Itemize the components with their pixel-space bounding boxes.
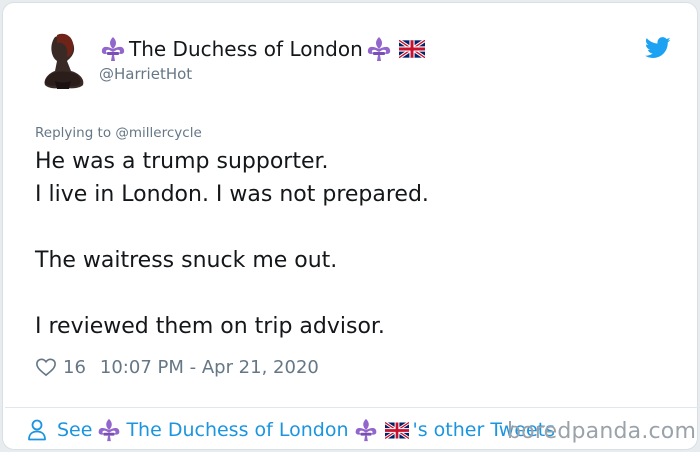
see-other-tweets-link[interactable]: See The Duchess of London 's other Tweet… bbox=[27, 415, 555, 445]
tweet-line: I reviewed them on trip advisor. bbox=[35, 314, 385, 339]
uk-flag-icon bbox=[398, 40, 425, 58]
see-label[interactable]: See bbox=[57, 419, 92, 441]
tweet-text: He was a trump supporter. I live in Lond… bbox=[35, 145, 675, 343]
tweet-line bbox=[35, 211, 675, 244]
author-name-row[interactable]: The Duchess of London bbox=[99, 35, 425, 63]
avatar[interactable] bbox=[33, 31, 89, 91]
reply-mention-link[interactable]: @millercycle bbox=[115, 125, 201, 141]
author-handle[interactable]: @HarrietHot bbox=[99, 65, 192, 83]
tweet-card: The Duchess of London @HarrietHot Replyi… bbox=[2, 2, 700, 450]
fleur-de-lis-icon bbox=[355, 418, 376, 442]
footer-divider bbox=[5, 407, 700, 408]
author-display-name[interactable]: The Duchess of London bbox=[129, 37, 363, 61]
twitter-bird-icon[interactable] bbox=[645, 37, 671, 59]
fleur-de-lis-icon bbox=[99, 418, 120, 442]
tweet-line: The waitress snuck me out. bbox=[35, 248, 338, 273]
uk-flag-icon bbox=[384, 421, 409, 439]
like-count[interactable]: 16 bbox=[63, 357, 86, 378]
tweet-line: He was a trump supporter. bbox=[35, 149, 329, 174]
see-author-name[interactable]: The Duchess of London bbox=[126, 419, 348, 441]
watermark: boredpanda.com bbox=[507, 419, 697, 444]
tweet-line bbox=[35, 277, 675, 310]
tweet-line: I live in London. I was not prepared. bbox=[35, 182, 429, 207]
replying-to: Replying to @millercycle bbox=[35, 125, 202, 141]
heart-icon[interactable] bbox=[35, 357, 57, 377]
tweet-meta: 16 10:07 PM - Apr 21, 2020 bbox=[35, 353, 319, 381]
person-icon bbox=[28, 419, 46, 441]
fleur-de-lis-icon bbox=[367, 37, 390, 61]
fleur-de-lis-icon bbox=[101, 37, 125, 61]
replying-prefix: Replying to bbox=[35, 125, 112, 141]
tweet-timestamp[interactable]: 10:07 PM - Apr 21, 2020 bbox=[100, 357, 319, 378]
